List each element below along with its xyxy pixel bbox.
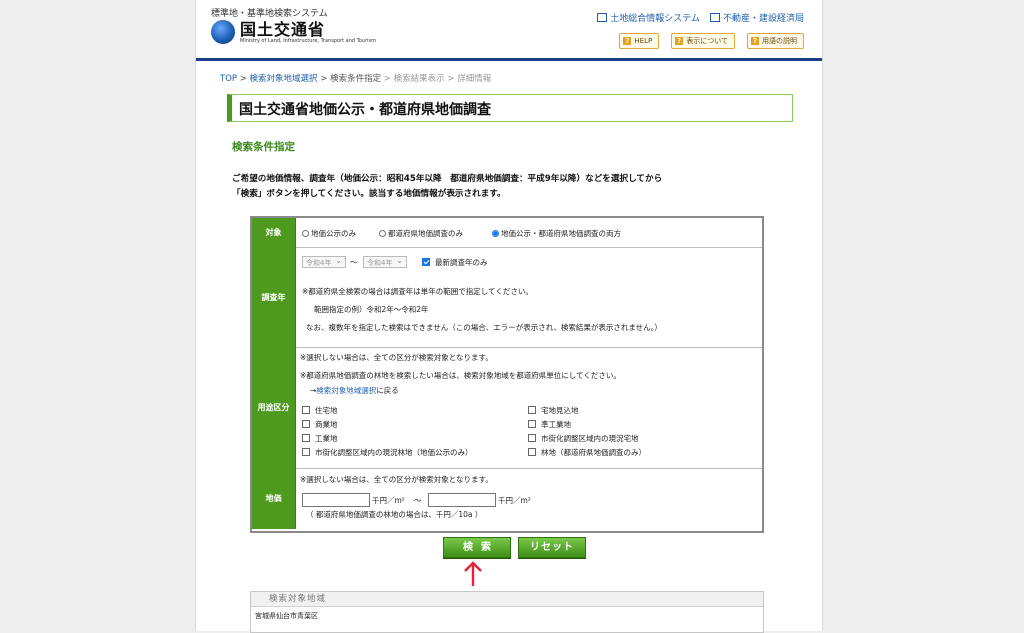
use-semi-industrial[interactable]: 準工業地 <box>528 419 571 430</box>
radio-icon <box>379 230 386 237</box>
use-prospective-residential[interactable]: 宅地見込地 <box>528 405 579 416</box>
top-links: 土地総合情報システム 不動産・建設経済局 <box>597 11 804 24</box>
land-info-system-link[interactable]: 土地総合情報システム <box>597 11 700 24</box>
reset-button[interactable]: リセット <box>518 537 586 558</box>
year-row: 調査年 令和4年 〜 令和4年 最新調査年のみ ※都道府県全検索の場合は調査年は… <box>252 247 762 348</box>
year-range-tilde: 〜 <box>350 258 358 267</box>
radio-icon <box>302 230 309 237</box>
header-divider <box>196 58 822 61</box>
use-forest[interactable]: 林地（都道府県地価調査のみ） <box>528 447 646 458</box>
checkbox-icon <box>528 420 536 428</box>
checkbox-icon <box>528 434 536 442</box>
radio-selected-icon <box>492 230 499 237</box>
search-area-header: 検索対象地域 <box>251 592 763 607</box>
section-title: 検索条件指定 <box>232 141 295 153</box>
breadcrumb-area[interactable]: 検索対象地域選択 <box>250 74 318 84</box>
price-min-input[interactable] <box>302 493 370 507</box>
page-title: 国土交通省地価公示・都道府県地価調査 <box>239 102 491 118</box>
glossary-button[interactable]: ? 用語の説明 <box>747 33 804 49</box>
search-button[interactable]: 検索 <box>443 537 511 558</box>
price-note: ※選択しない場合は、全ての区分が検索対象となります。 <box>300 475 493 484</box>
checkbox-icon <box>528 448 536 456</box>
question-icon: ? <box>675 37 684 45</box>
breadcrumb: TOP > 検索対象地域選択 > 検索条件指定 > 検索結果表示 > 詳細情報 <box>220 74 492 84</box>
search-area-panel: 検索対象地域 宮城県仙台市青葉区 <box>250 591 764 633</box>
year-label: 調査年 <box>252 247 296 347</box>
search-area-value: 宮城県仙台市青葉区 <box>255 612 318 620</box>
back-to-area-link[interactable]: 検索対象地域選択 <box>316 386 376 395</box>
checkbox-icon <box>302 448 310 456</box>
latest-year-checkbox[interactable]: 最新調査年のみ <box>422 257 488 268</box>
intro-text: ご希望の地価情報、調査年（地価公示：昭和45年以降 都道府県地価調査：平成9年以… <box>232 172 782 202</box>
use-urbanization-forest[interactable]: 市街化調整区域内の現況林地（地価公示のみ） <box>302 447 473 458</box>
help-button[interactable]: ? HELP <box>619 33 660 49</box>
price-max-input[interactable] <box>428 493 496 507</box>
use-label: 用途区分 <box>252 347 296 468</box>
system-name: 標準地・基準地検索システム <box>211 9 328 19</box>
price-label: 地価 <box>252 468 296 529</box>
use-industrial[interactable]: 工業地 <box>302 433 338 444</box>
mlit-emblem-icon <box>211 20 235 44</box>
year-to-select[interactable]: 令和4年 <box>363 255 407 268</box>
price-range-tilde: 〜 <box>414 496 422 505</box>
price-unit-max: 千円／m² <box>498 496 531 505</box>
use-row: 用途区分 ※選択しない場合は、全ての区分が検索対象となります。 ※都道府県地価調… <box>252 347 762 469</box>
real-estate-bureau-link[interactable]: 不動産・建設経済局 <box>709 11 804 24</box>
checkbox-icon <box>302 420 310 428</box>
external-link-icon <box>597 13 608 22</box>
use-urbanization-residential[interactable]: 市街化調整区域内の現況宅地 <box>528 433 639 444</box>
back-to-area-line: →検索対象地域選択に戻る <box>310 386 399 395</box>
site-header: 標準地・基準地検索システム 国土交通省 Ministry of Land, In… <box>196 0 822 58</box>
logo-text-ja: 国土交通省 <box>240 19 326 39</box>
checkbox-icon <box>302 434 310 442</box>
external-link-icon <box>709 13 720 22</box>
mlit-logo[interactable]: 国土交通省 Ministry of Land, Infrastructure, … <box>211 20 376 44</box>
red-arrow-up-icon <box>464 561 482 586</box>
intro-line-2: 「検索」ボタンを押してください。該当する地価情報が表示されます。 <box>232 189 506 199</box>
price-row: 地価 ※選択しない場合は、全ての区分が検索対象となります。 千円／m² 〜 千円… <box>252 468 762 529</box>
use-note-1: ※選択しない場合は、全ての区分が検索対象となります。 <box>300 353 493 362</box>
breadcrumb-results: 検索結果表示 <box>393 74 445 84</box>
logo-text-en: Ministry of Land, Infrastructure, Transp… <box>240 37 377 44</box>
target-label: 対象 <box>252 218 296 247</box>
breadcrumb-top[interactable]: TOP <box>220 74 237 84</box>
help-buttons: ? HELP ? 表示について ? 用語の説明 <box>619 33 804 49</box>
search-form: 対象 地価公示のみ 都道府県地価調査のみ 地価公示・都道府県地価調査の両方 調査… <box>250 216 764 533</box>
use-residential[interactable]: 住宅地 <box>302 405 338 416</box>
breadcrumb-current: 検索条件指定 <box>330 74 382 84</box>
year-from-select[interactable]: 令和4年 <box>302 255 346 268</box>
intro-line-1: ご希望の地価情報、調査年（地価公示：昭和45年以降 都道府県地価調査：平成9年以… <box>232 174 663 184</box>
page-title-bar: 国土交通省地価公示・都道府県地価調査 <box>227 94 793 122</box>
page-container: 標準地・基準地検索システム 国土交通省 Ministry of Land, In… <box>195 0 823 633</box>
year-note-1: ※都道府県全検索の場合は調査年は単年の範囲で指定してください。 <box>302 287 533 296</box>
forest-price-note: （ 都道府県地価調査の林地の場合は、千円／10a ） <box>306 510 483 519</box>
checkbox-icon <box>302 406 310 414</box>
question-icon: ? <box>623 37 632 45</box>
target-option-both[interactable]: 地価公示・都道府県地価調査の両方 <box>492 228 621 239</box>
target-row: 対象 地価公示のみ 都道府県地価調査のみ 地価公示・都道府県地価調査の両方 <box>252 218 762 248</box>
year-note-3: なお、複数年を指定した検索はできません（この場合、エラーが表示され、検索結果が表… <box>306 323 662 332</box>
year-note-2: 範囲指定の例）令和2年〜令和2年 <box>314 305 429 314</box>
use-commercial[interactable]: 商業地 <box>302 419 338 430</box>
breadcrumb-detail: 詳細情報 <box>457 74 492 84</box>
price-unit-min: 千円／m² <box>372 496 405 505</box>
target-option-public[interactable]: 地価公示のみ <box>302 228 356 239</box>
use-note-2: ※都道府県地価調査の林地を検索したい場合は、検索対象地域を都道府県単位にしてくだ… <box>300 371 621 380</box>
question-icon: ? <box>751 37 759 45</box>
target-option-prefecture[interactable]: 都道府県地価調査のみ <box>379 228 463 239</box>
display-info-button[interactable]: ? 表示について <box>671 33 735 49</box>
checkbox-checked-icon <box>422 258 430 266</box>
checkbox-icon <box>528 406 536 414</box>
